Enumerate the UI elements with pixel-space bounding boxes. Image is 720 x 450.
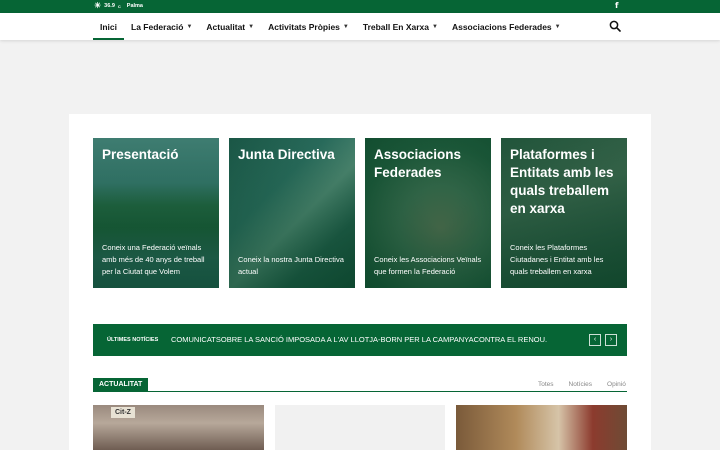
nav-item-label: Treball En Xarxa (362, 21, 430, 32)
nav-item-label: Inici (100, 21, 118, 32)
nav-item-la-federacio[interactable]: La Federació ▼ (124, 13, 199, 40)
chevron-down-icon: ▼ (186, 23, 193, 30)
card-associacions-federades[interactable]: Associacions Federades Coneix les Associ… (365, 138, 491, 288)
article-thumbnail[interactable] (275, 405, 445, 450)
ticker-headline[interactable]: COMUNICATSOBRE LA SANCIÓ IMPOSADA A L'AV… (171, 335, 547, 344)
news-ticker: ÚLTIMES NOTÍCIES COMUNICATSOBRE LA SANCI… (93, 324, 627, 356)
filter-totes[interactable]: Totes (538, 381, 554, 388)
nav-item-actualitat[interactable]: Actualitat ▼ (199, 13, 261, 40)
nav-item-label: Associacions Federades (451, 21, 552, 32)
sun-icon: ☀ (94, 1, 102, 10)
nav-item-inici[interactable]: Inici (93, 13, 125, 40)
search-icon[interactable] (609, 20, 621, 32)
card-presentacio[interactable]: Presentació Coneix una Federació veïnals… (93, 138, 219, 288)
weather-city: Palma (126, 3, 143, 9)
article-thumbnail[interactable]: Cit-Z (93, 405, 264, 450)
filter-opinio[interactable]: Opinió (607, 381, 626, 388)
section-divider (93, 391, 627, 392)
chevron-down-icon: ▼ (432, 23, 438, 30)
nav-item-label: Actualitat (206, 21, 246, 32)
section-title: ACTUALITAT (93, 378, 149, 391)
card-description: Coneix les Associacions Veïnals que form… (374, 255, 482, 276)
chevron-down-icon: ▼ (554, 23, 561, 30)
nav-item-activitats-propies[interactable]: Activitats Pròpies ▼ (261, 13, 356, 40)
protest-sign: Cit-Z (111, 407, 135, 418)
ticker-prev-button[interactable]: ‹ (589, 334, 601, 346)
nav-item-treball-en-xarxa[interactable]: Treball En Xarxa ▼ (356, 13, 445, 40)
card-title: Junta Directiva (238, 147, 335, 162)
card-title: Plataformes i Entitats amb les quals tre… (510, 147, 614, 216)
weather-widget: ☀ 36.9 C Palma (94, 2, 143, 10)
chevron-down-icon: ▼ (248, 23, 255, 30)
nav-item-associacions-federades[interactable]: Associacions Federades ▼ (445, 13, 568, 40)
temperature: 36.9 (104, 3, 115, 9)
section-filters: Totes Notícies Opinió (538, 381, 626, 388)
chevron-down-icon: ▼ (342, 23, 349, 30)
card-junta-directiva[interactable]: Junta Directiva Coneix la nostra Junta D… (229, 138, 355, 288)
card-description: Coneix les Plataformes Ciutadanes i Enti… (510, 243, 604, 276)
card-plataformes-entitats[interactable]: Plataformes i Entitats amb les quals tre… (501, 138, 627, 288)
temperature-unit: C (117, 3, 121, 9)
card-description: Coneix una Federació veïnals amb més de … (102, 243, 205, 276)
facebook-icon[interactable]: f (615, 1, 618, 10)
card-title: Associacions Federades (374, 147, 462, 180)
filter-noticies[interactable]: Notícies (569, 381, 592, 388)
ticker-label: ÚLTIMES NOTÍCIES (107, 337, 159, 343)
main-menu: Inici La Federació ▼ Actualitat ▼ Activita… (93, 13, 568, 40)
nav-item-label: Activitats Pròpies (268, 21, 340, 32)
card-title: Presentació (102, 147, 179, 162)
nav-item-label: La Federació (131, 21, 184, 32)
top-bar: ☀ 36.9 C Palma f (0, 0, 720, 13)
ticker-next-button[interactable]: › (605, 334, 617, 346)
card-description: Coneix la nostra Junta Directiva actual (238, 255, 344, 276)
article-thumbnail[interactable] (456, 405, 627, 450)
main-navbar: Inici La Federació ▼ Actualitat ▼ Activita… (0, 13, 720, 40)
